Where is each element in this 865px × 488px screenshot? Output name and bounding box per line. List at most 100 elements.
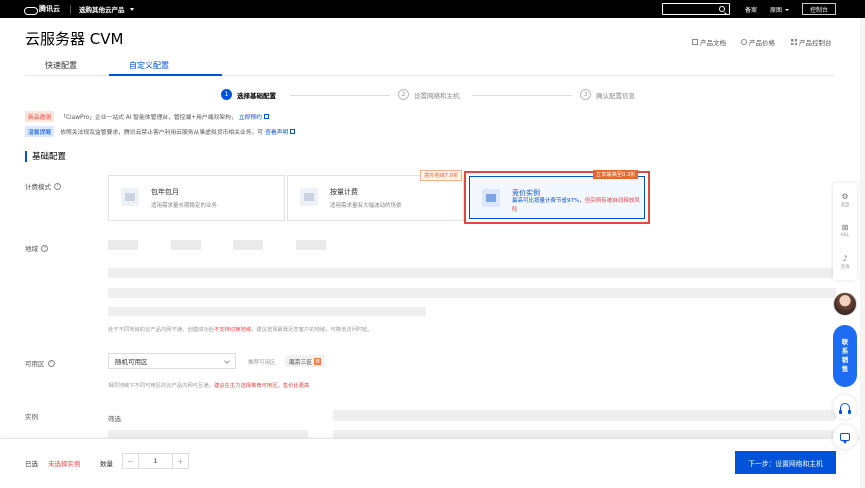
contact-char: 售 <box>841 365 849 373</box>
reserve-now-link[interactable]: 立即预约 <box>239 112 262 121</box>
instance-filter[interactable]: 筛选 <box>108 413 121 423</box>
search-icon[interactable] <box>719 6 725 12</box>
option-title: 包年包月 <box>151 188 179 196</box>
page-title: 云服务器 CVM <box>25 30 124 48</box>
help-icon[interactable]: ? <box>41 244 48 252</box>
step-label: 设置网络和主机 <box>414 91 460 100</box>
spot-instance-icon <box>482 189 500 207</box>
tencent-cloud-logo[interactable]: 腾讯云 <box>24 4 60 15</box>
region-list-placeholder <box>108 288 836 298</box>
notice-text: 依照关法规及监管要求，腾讯云禁止客户利用云服务从事虚拟货币相关业务，可 <box>60 130 264 136</box>
k8l-icon: ⊠ <box>841 223 849 232</box>
section-accent-bar <box>25 150 27 162</box>
region-option-placeholder[interactable] <box>233 240 263 250</box>
billing-mode-label: 计费模式 ? <box>25 181 61 191</box>
region-list-placeholder <box>108 268 836 278</box>
floating-toolbar: ⚙ 选型 ⊠ K8L ♪ 咨询 <box>833 183 857 280</box>
region-option-placeholder[interactable] <box>296 240 326 250</box>
instance-label-text: 实例 <box>25 413 38 421</box>
customer-service-button[interactable] <box>833 395 857 419</box>
region-label-text: 地域 <box>25 245 38 253</box>
quantity-stepper: − 1 + <box>122 453 189 469</box>
quantity-value[interactable]: 1 <box>139 457 172 465</box>
chevron-down-icon <box>224 358 230 364</box>
quantity-label: 数量 <box>100 460 113 468</box>
zone-label-text: 可用区 <box>25 360 45 368</box>
contact-sales-button[interactable]: 联 系 销 售 <box>833 325 857 387</box>
tool-label: 咨询 <box>840 265 850 270</box>
next-step-button[interactable]: 下一步：设置网络和主机 <box>735 451 836 474</box>
bell-icon: ♪ <box>842 254 848 263</box>
billing-option-pay-per-use[interactable]: 按量计费 适用需求量有大幅波动的场景 <box>287 175 464 221</box>
step-connector <box>472 95 572 96</box>
product-price-label: 产品价格 <box>749 39 775 47</box>
top-search-box[interactable] <box>662 3 730 15</box>
product-console-link[interactable]: 产品控制台 <box>791 37 832 47</box>
help-icon[interactable]: ? <box>54 182 61 190</box>
zone-hint-warning: 建议在主力选择推荐可用区，售价比更高 <box>213 383 310 389</box>
region-hint-warning: 不支持切换地域 <box>213 327 252 333</box>
selection-tool[interactable]: ⚙ 选型 <box>833 192 857 208</box>
decrement-button[interactable]: − <box>123 454 139 468</box>
step-number: 2 <box>398 89 409 100</box>
help-icon[interactable]: ? <box>47 359 55 367</box>
instance-list-placeholder <box>333 430 836 438</box>
account-menu-label: 原图 <box>770 7 783 14</box>
k8l-tool[interactable]: ⊠ K8L <box>833 223 857 238</box>
region-label: 地域 ? <box>25 243 48 253</box>
spot-discount-badge: 立享最高至0.3折 <box>593 170 639 179</box>
product-price-link[interactable]: 产品价格 <box>741 37 775 47</box>
section-title-text: 基础配置 <box>32 152 67 162</box>
option-desc: 最高可比按量计费节省97%，但实例有被自动释放风险 <box>512 197 642 215</box>
billing-mode-text: 计费模式 <box>25 183 51 191</box>
beian-link[interactable]: 备案 <box>745 5 757 14</box>
selected-value: 未选择实例 <box>48 460 81 468</box>
increment-button[interactable]: + <box>172 454 188 468</box>
assistant-avatar[interactable] <box>833 292 857 316</box>
tool-label: 选型 <box>840 203 850 208</box>
view-statement-link[interactable]: 查看声明 <box>265 127 288 136</box>
recommended-zone-chip[interactable]: 南京三区 荐 <box>285 355 326 367</box>
instance-filter-placeholder <box>333 410 836 421</box>
selected-label: 已选 <box>25 460 38 468</box>
gear-icon: ⚙ <box>841 192 849 201</box>
zone-chip-label: 南京三区 <box>289 359 313 366</box>
grid-icon <box>791 39 797 45</box>
product-docs-link[interactable]: 产品文档 <box>692 37 726 47</box>
option-title: 按量计费 <box>330 188 358 196</box>
logo-text: 腾讯云 <box>39 5 60 13</box>
product-docs-label: 产品文档 <box>700 39 726 47</box>
spot-desc-blue: 最高可比按量计费节省97%， <box>512 198 585 204</box>
chevron-down-icon <box>129 7 134 11</box>
step-number: 3 <box>580 89 591 100</box>
option-desc: 适用需求量长期稳定的业务 <box>151 203 218 209</box>
tab-custom-config[interactable]: 自定义配置 <box>129 60 169 71</box>
divider <box>70 4 71 14</box>
tab-quick-config[interactable]: 快速配置 <box>45 60 77 71</box>
zone-select[interactable]: 随机可用区 <box>108 353 236 369</box>
pay-per-use-discount-badge: 境外地域7.8折 <box>420 170 463 181</box>
top-navbar: 腾讯云 选购其他云产品 <box>0 0 865 18</box>
product-menu-label: 选购其他云产品 <box>79 6 125 14</box>
notice-text: 「ClawPro」企业一站式 AI 智能体管理台，管控端+用户端双架构， <box>60 115 237 121</box>
step-connector <box>290 95 390 96</box>
region-option-placeholder[interactable] <box>171 240 201 250</box>
region-option-placeholder[interactable] <box>108 240 138 250</box>
consult-tool[interactable]: ♪ 咨询 <box>833 254 857 270</box>
chevron-down-icon <box>785 8 790 11</box>
contact-char: 销 <box>841 356 849 364</box>
notice-tag: 新品邀测 <box>25 111 55 122</box>
product-menu[interactable]: 选购其他云产品 <box>79 4 134 14</box>
notice-new-product: 新品邀测 「ClawPro」企业一站式 AI 智能体管理台，管控端+用户端双架构… <box>25 111 269 122</box>
console-button[interactable]: 控制台 <box>802 3 836 15</box>
spot-card-inner: 竞价实例 最高可比按量计费节省97%，但实例有被自动释放风险 <box>469 176 645 219</box>
billing-option-monthly[interactable]: 包年包月 适用需求量长期稳定的业务 <box>108 175 285 221</box>
external-link-icon <box>263 114 269 119</box>
contact-char: 系 <box>841 347 849 355</box>
account-menu[interactable]: 原图 <box>770 5 790 14</box>
chat-icon <box>840 433 850 444</box>
feedback-button[interactable] <box>833 425 857 449</box>
region-hint: 处于不同地域的云产品内网不通，创建成功后不支持切换地域，建议选择最靠近您客户的地… <box>108 325 373 333</box>
page-scrollbar[interactable] <box>860 18 865 488</box>
monthly-billing-icon <box>121 188 139 206</box>
